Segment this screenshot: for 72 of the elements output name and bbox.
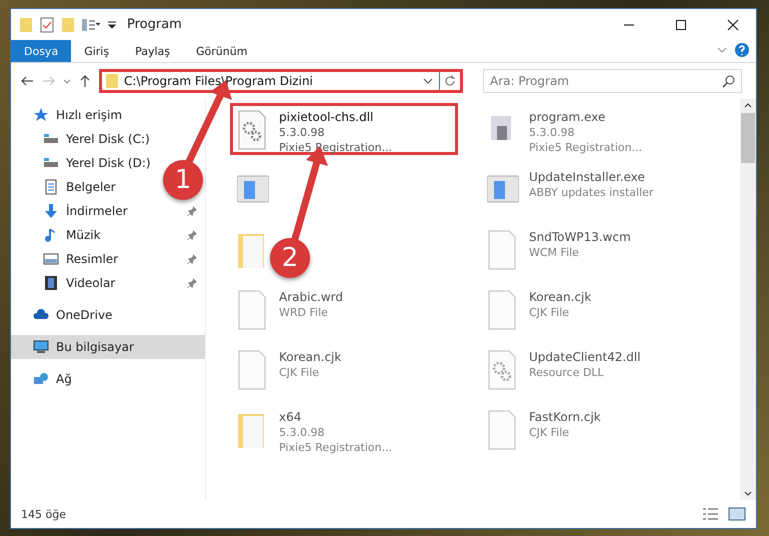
- sidebar-item[interactable]: Resimler: [11, 247, 205, 271]
- sidebar-item[interactable]: OneDrive: [11, 303, 120, 327]
- pictures-icon: [43, 251, 59, 267]
- sidebar-item[interactable]: Müzik: [11, 223, 205, 247]
- details-view-icon[interactable]: [702, 507, 720, 521]
- file-name: UpdateClient42.dll: [529, 350, 641, 365]
- file-detail: Pixie5 Registration...: [279, 140, 392, 155]
- file-item[interactable]: Korean.cjk CJK File: [480, 283, 592, 335]
- file-detail: Pixie5 Registration...: [529, 140, 642, 155]
- window-title: Program: [127, 17, 182, 32]
- address-path: C:\Program Files\Program Dizini: [124, 74, 314, 88]
- maximize-icon: [675, 18, 687, 30]
- file-item[interactable]: UpdateClient42.dll Resource DLL: [480, 343, 641, 395]
- file-item[interactable]: UpdateInstaller.exe ABBY updates installer: [480, 163, 654, 215]
- sidebar-item[interactable]: Hızlı erişim: [11, 103, 130, 127]
- item-count: 145 öğe: [21, 508, 67, 520]
- properties-icon[interactable]: [39, 16, 55, 32]
- file-detail: WCM File: [529, 245, 580, 260]
- search-field[interactable]: Ara: Program: [483, 69, 742, 93]
- dropdown-icon[interactable]: [107, 20, 117, 30]
- file-name: pixietool-chs.dll: [279, 110, 374, 125]
- file-name: SndToWP13.wcm: [529, 230, 631, 245]
- file-name: FastKorn.cjk: [529, 410, 601, 425]
- scrollbar-thumb[interactable]: [741, 113, 755, 163]
- file-detail: Resource DLL: [529, 365, 605, 380]
- file-item[interactable]: program.exe 5.3.0.98 Pixie5 Registration...: [480, 103, 642, 155]
- chevron-down-icon[interactable]: [423, 76, 433, 86]
- file-item[interactable]: FastKorn.cjk CJK File: [480, 403, 601, 455]
- help-icon[interactable]: [734, 40, 750, 60]
- sidebar-item[interactable]: İndirmeler: [11, 199, 205, 223]
- file-name: x64: [279, 410, 302, 425]
- scrollbar[interactable]: [740, 99, 756, 500]
- file-detail: Pixie5 Registration...: [279, 440, 392, 455]
- download-icon: [43, 203, 59, 219]
- file-name: Arabic.wrd: [279, 290, 344, 305]
- file-item[interactable]: SndToWP13.wcm WCM File: [480, 223, 631, 275]
- file-item[interactable]: x64 5.3.0.98 Pixie5 Registration...: [230, 403, 392, 455]
- view-icon[interactable]: [81, 16, 101, 32]
- file-detail: WRD File: [279, 305, 329, 320]
- file-name: Korean.cjk: [279, 350, 342, 365]
- star-icon: [33, 107, 49, 123]
- file-name: program.exe: [529, 110, 606, 125]
- sidebar-item[interactable]: Belgeler: [11, 175, 124, 199]
- folder-icon: [106, 74, 118, 88]
- file-detail: CJK File: [529, 305, 570, 320]
- video-icon: [43, 275, 59, 291]
- file-detail: 5.3.0.98: [279, 425, 326, 440]
- file-detail: ABBY updates installer: [529, 185, 654, 200]
- ribbon-tab[interactable]: Giriş: [71, 40, 122, 62]
- address-bar[interactable]: C:\Program Files\Program Dizini: [99, 69, 463, 93]
- close-icon: [727, 18, 739, 30]
- file-detail: 5.3.0.98: [529, 125, 576, 140]
- ribbon-tab[interactable]: Dosya: [11, 40, 72, 62]
- sidebar-item[interactable]: Bu bilgisayar: [11, 335, 205, 359]
- file-item[interactable]: Arabic.wrd WRD File: [230, 283, 344, 335]
- file-detail: CJK File: [279, 365, 320, 380]
- ribbon-tab[interactable]: Görünüm: [183, 40, 260, 62]
- sidebar-item[interactable]: Yerel Disk (C:): [11, 127, 158, 151]
- sidebar-item[interactable]: Videolar: [11, 271, 205, 295]
- file-detail: 5.3.0.98: [279, 125, 326, 140]
- file-item[interactable]: pixietool-chs.dll 5.3.0.98 Pixie5 Registration...: [230, 103, 458, 155]
- file-detail: CJK File: [529, 425, 570, 440]
- docs-icon: [43, 179, 59, 195]
- sidebar-item[interactable]: Yerel Disk (D:): [11, 151, 159, 175]
- sidebar-item[interactable]: Ağ: [11, 367, 80, 391]
- file-name: UpdateInstaller.exe: [529, 170, 646, 185]
- network-icon: [33, 371, 49, 387]
- file-name: Korean.cjk: [529, 290, 592, 305]
- pc-icon: [33, 339, 49, 355]
- ribbon-tab[interactable]: Paylaş: [122, 40, 183, 62]
- file-item[interactable]: Korean.cjk CJK File: [230, 343, 342, 395]
- large-icons-view-icon[interactable]: [728, 507, 746, 521]
